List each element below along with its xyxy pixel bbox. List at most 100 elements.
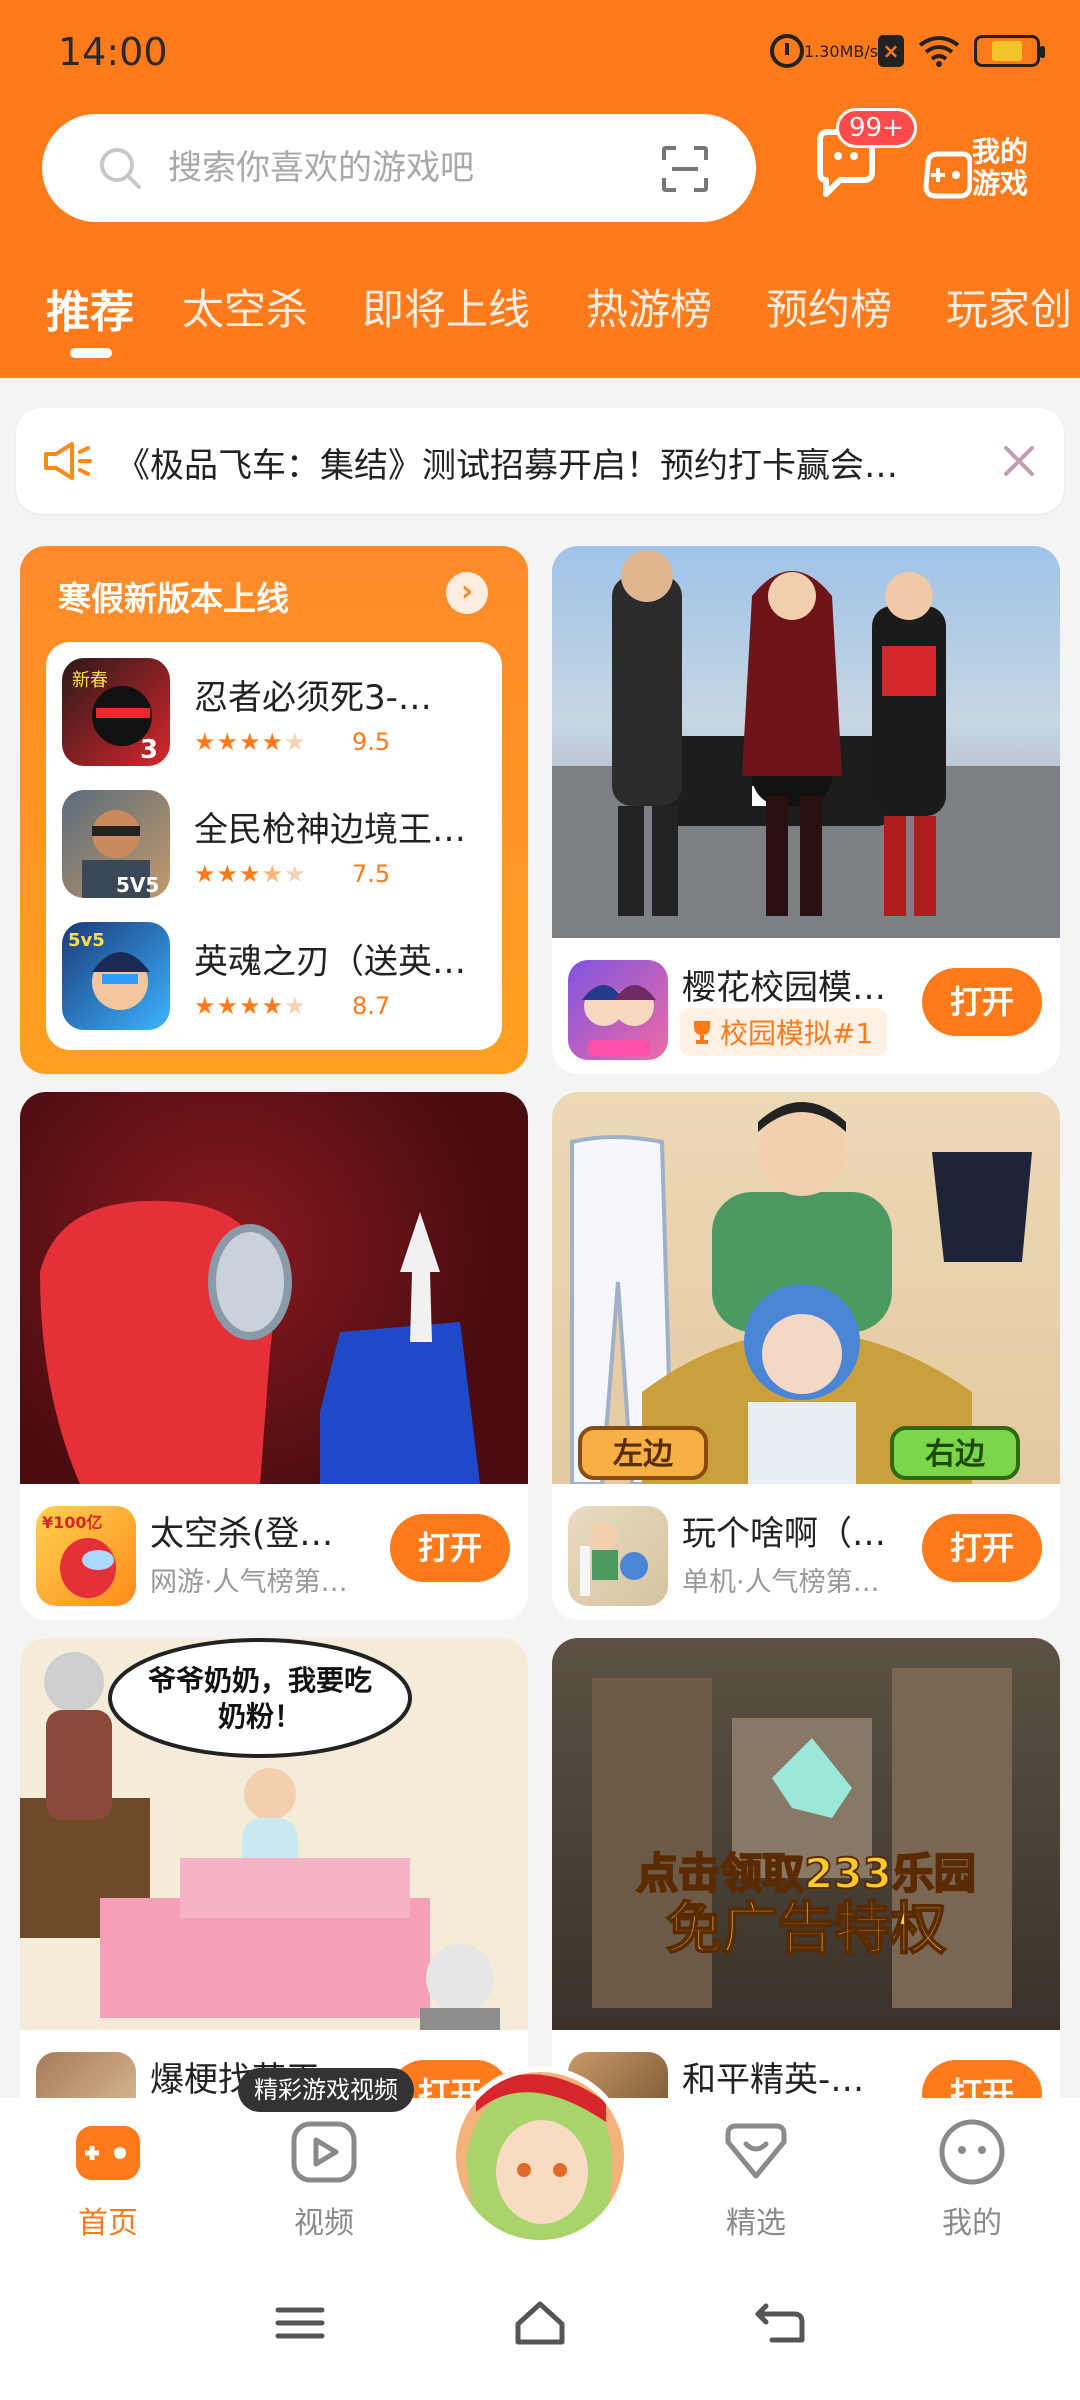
promo-item[interactable]: 5v5 英魂之刃（送英… ★★★★★ 8.7 [62,922,492,1042]
svg-text:爷爷奶奶，我要吃: 爷爷奶奶，我要吃 [148,1664,372,1697]
home-icon[interactable] [512,2298,568,2348]
promo-item[interactable]: 新春 3 忍者必须死3-… ★★★★★ 9.5 [62,658,492,778]
game-card[interactable]: ¥100亿 太空杀(登… 网游·人气榜第… 打开 [20,1092,528,1620]
svg-text:左边: 左边 [613,1437,674,1472]
game-icon-gun-god: 5V5 [62,790,170,898]
tab-coming-soon[interactable]: 即将上线 [362,276,530,337]
game-icon [568,1506,668,1606]
menu-icon[interactable] [272,2298,328,2348]
close-icon[interactable] [1000,442,1038,480]
rating-stars: ★★★★★ [194,860,307,888]
game-card[interactable]: 左边 右边 玩个啥啊（… 单机·人气榜第… 打开 [552,1092,1060,1620]
tab-player-creation[interactable]: 玩家创 [946,276,1072,337]
open-button[interactable]: 打开 [390,1514,510,1582]
rating-stars: ★★★★★ [194,992,307,1020]
scan-icon[interactable] [660,144,710,194]
game-card[interactable]: 点击领取233乐园 免广告特权 和平精英-… 打开 [552,1638,1060,2166]
nav-item-home[interactable]: 首页 [38,2116,178,2246]
game-name: 和平精英-… [682,2060,865,2100]
game-banner-image: 点击领取233乐园 免广告特权 [552,1638,1060,2030]
nav-item-featured[interactable]: 精选 [686,2116,826,2246]
avatar [456,2072,624,2240]
game-banner-image [20,1092,528,1484]
nav-item-mine[interactable]: 我的 [902,2116,1042,2246]
video-tooltip: 精彩游戏视频 [238,2068,414,2112]
play-icon [291,2121,357,2183]
face-icon [939,2119,1005,2185]
svg-text:新春: 新春 [72,670,108,691]
alarm-icon [770,34,804,68]
game-subtitle: 单机·人气榜第… [682,1567,880,1598]
ranking-tag: 校园模拟#1 [680,1008,888,1056]
back-icon[interactable] [752,2298,808,2348]
svg-text:5V5: 5V5 [116,873,159,897]
game-icon: ¥100亿 [36,1506,136,1606]
game-name: 樱花校园模… [682,968,886,1008]
center-avatar-button[interactable] [450,2066,630,2246]
game-icon [568,960,668,1060]
heart-icon [725,2123,787,2179]
ranking-tag-text: 校园模拟#1 [720,1017,874,1050]
nav-label: 首页 [78,2206,138,2241]
tab-recommend[interactable]: 推荐 [46,276,134,340]
rating-score: 7.5 [352,860,391,888]
system-nav-bar [0,2258,1080,2400]
status-icons: 1.30 MB/s × [770,34,1045,68]
trophy-icon [694,1021,710,1044]
gamepad-icon [76,2126,140,2180]
notice-bar[interactable]: 《极品飞车：集结》测试招募开启！预约打卡赢会… [16,408,1064,514]
open-button[interactable]: 打开 [922,1514,1042,1582]
network-speed: 1.30 MB/s [804,34,878,68]
svg-text:右边: 右边 [925,1437,986,1472]
status-time: 14:00 [58,30,168,74]
promo-title: 寒假新版本上线 [58,579,289,618]
game-card-footer: 樱花校园模… 校园模拟#1 打开 [552,938,1060,1072]
megaphone-icon [44,442,92,480]
search-icon [100,148,141,189]
game-banner-image: 爷爷奶奶，我要吃 奶粉！ [20,1638,528,2030]
promo-card[interactable]: 寒假新版本上线 › 新春 3 忍者必须死3-… ★★★★★ 9.5 5V5 全民枪… [20,546,528,1074]
game-icon-hero-blade: 5v5 [62,922,170,1030]
wifi-icon [918,36,960,67]
promo-list: 新春 3 忍者必须死3-… ★★★★★ 9.5 5V5 全民枪神边境王… ★★★★… [46,642,502,1050]
header: 14:00 1.30 MB/s × 搜索你喜欢的游戏吧 99+ 我的游戏 推荐 … [0,0,1080,378]
battery-icon [974,35,1045,67]
game-banner-image [552,546,1060,938]
game-name: 玩个啥啊（… [682,1514,886,1554]
tab-reservation-ranking[interactable]: 预约榜 [766,276,892,337]
network-speed-unit: MB/s [839,41,879,61]
game-card[interactable]: 樱花校园模… 校园模拟#1 打开 [552,546,1060,1074]
svg-text:点击领取233乐园: 点击领取233乐园 [636,1849,976,1898]
nav-label: 我的 [942,2206,1002,2241]
promo-item[interactable]: 5V5 全民枪神边境王… ★★★★★ 7.5 [62,790,492,910]
rating-score: 8.7 [352,992,391,1020]
search-bar[interactable] [42,114,756,222]
category-tabs: 推荐 太空杀 即将上线 热游榜 预约榜 玩家创 [0,276,1080,356]
game-name: 太空杀(登… [150,1514,334,1554]
rating-score: 9.5 [352,728,391,756]
open-button[interactable]: 打开 [922,968,1042,1036]
status-bar: 14:00 1.30 MB/s × [0,0,1080,110]
gamepad-outline-icon [923,151,972,199]
nav-item-video[interactable]: 视频 [254,2116,394,2246]
promo-item-name: 英魂之刃（送英… [194,942,466,982]
chevron-right-icon[interactable]: › [446,572,488,614]
my-games-button[interactable]: 我的游戏 [922,136,1040,210]
tab-space-kill[interactable]: 太空杀 [182,276,308,337]
game-banner-image: 左边 右边 [552,1092,1060,1484]
svg-text:5v5: 5v5 [68,930,105,951]
tab-hot-ranking[interactable]: 热游榜 [586,276,712,337]
nav-label: 精选 [726,2206,786,2241]
tab-indicator [70,348,112,358]
search-input[interactable] [168,144,648,192]
notification-x-icon: × [878,35,904,67]
notice-text: 《极品飞车：集结》测试招募开启！预约打卡赢会… [116,446,898,486]
promo-item-name: 全民枪神边境王… [194,810,466,850]
svg-text:3: 3 [140,735,158,765]
game-card-footer: ¥100亿 太空杀(登… 网游·人气榜第… 打开 [20,1484,528,1618]
rating-stars: ★★★★★ [194,728,307,756]
game-card-footer: 玩个啥啊（… 单机·人气榜第… 打开 [552,1484,1060,1618]
svg-text:¥100亿: ¥100亿 [42,1513,103,1532]
message-badge: 99+ [836,108,917,148]
nav-label: 视频 [294,2206,354,2241]
